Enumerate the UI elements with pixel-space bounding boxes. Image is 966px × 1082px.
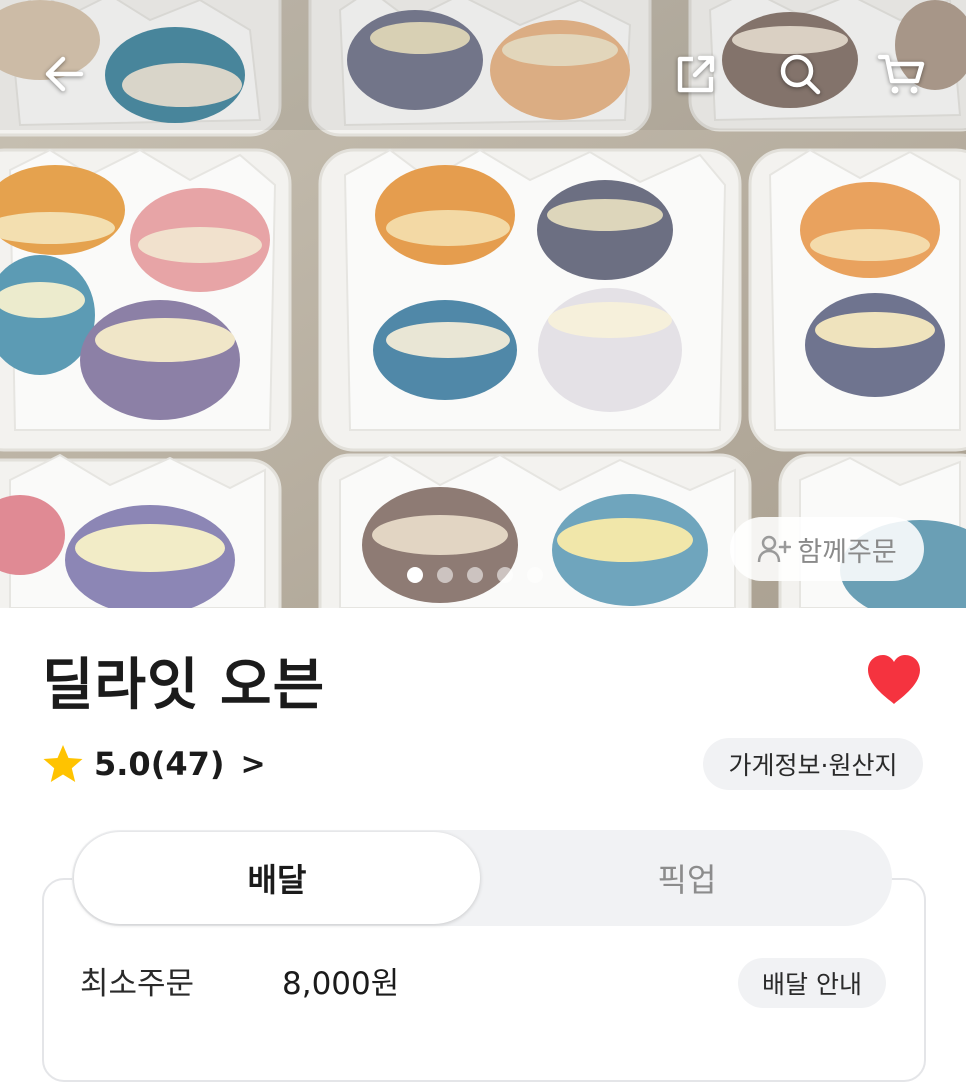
back-arrow-icon — [45, 56, 84, 92]
heart-icon — [868, 655, 920, 704]
order-type-toggle: 배달 픽업 — [72, 830, 892, 926]
cart-button[interactable] — [872, 44, 932, 104]
rating-summary[interactable]: 5.0(47) > — [42, 740, 266, 788]
carousel-dot[interactable] — [527, 567, 543, 583]
share-icon — [677, 55, 715, 93]
rating-score: 5.0(47) — [94, 745, 225, 783]
carousel-indicator — [407, 566, 543, 584]
search-button[interactable] — [770, 44, 830, 104]
min-order-value: 8,000원 — [282, 966, 400, 1002]
store-info-origin-button[interactable]: 가게정보·원산지 — [703, 738, 923, 790]
add-person-icon — [758, 535, 792, 563]
tab-delivery[interactable]: 배달 — [74, 832, 480, 924]
favorite-button[interactable] — [866, 654, 922, 706]
cart-icon — [877, 54, 925, 94]
carousel-dot[interactable] — [467, 567, 483, 583]
chevron-right-icon: > — [240, 746, 266, 782]
store-name: 딜라잇 오븐 — [42, 653, 326, 718]
group-order-button[interactable]: 함께주문 — [730, 517, 924, 581]
carousel-dot[interactable] — [497, 567, 513, 583]
group-order-label: 함께주문 — [797, 536, 897, 568]
carousel-dot[interactable] — [407, 567, 423, 583]
delivery-info-button[interactable]: 배달 안내 — [738, 958, 886, 1008]
search-icon — [780, 54, 821, 95]
star-icon — [43, 745, 83, 782]
store-hero-image[interactable]: 함께주문 — [0, 0, 966, 608]
carousel-dot[interactable] — [437, 567, 453, 583]
min-order-label: 최소주문 — [80, 966, 195, 1002]
share-button[interactable] — [666, 44, 726, 104]
back-button[interactable] — [34, 44, 94, 104]
tab-pickup[interactable]: 픽업 — [482, 830, 892, 926]
